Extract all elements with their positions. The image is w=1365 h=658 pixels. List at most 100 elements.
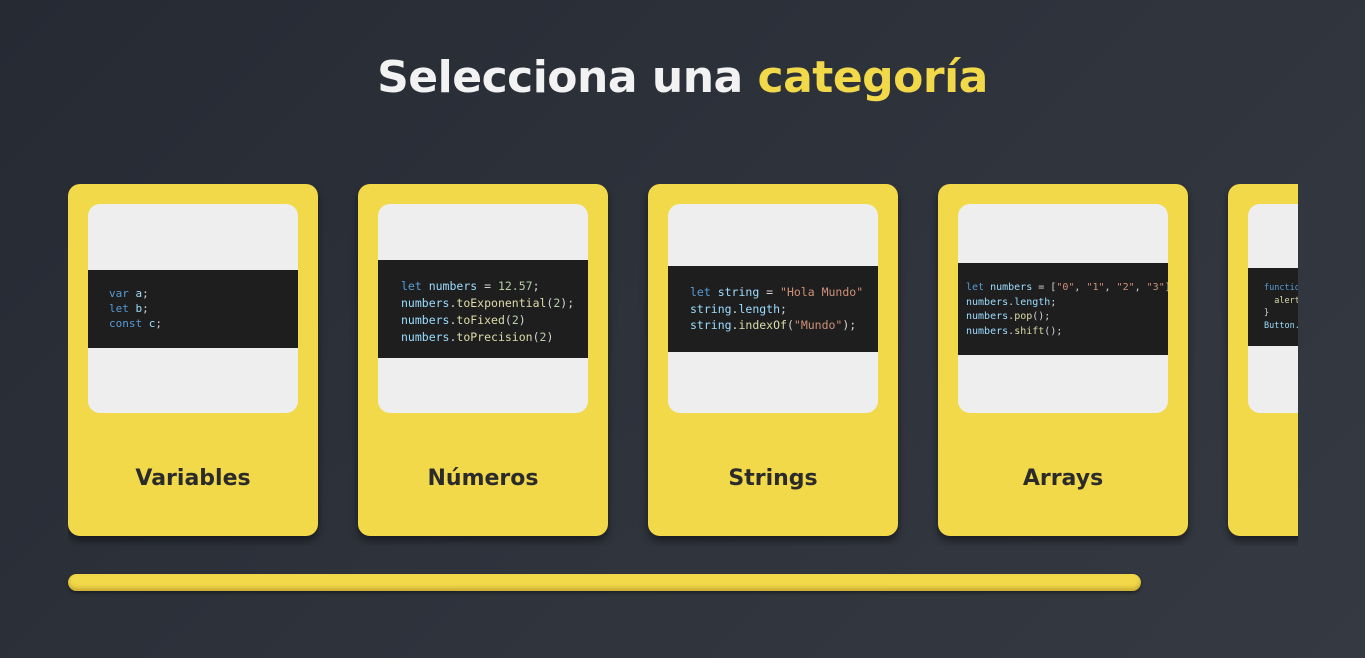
code-line: string.indexOf("Mundo"); (690, 317, 878, 334)
code-line: string.length; (690, 301, 878, 318)
category-thumbnail: let string = "Hola Mundo" string.length; s… (668, 204, 878, 413)
title-main: Selecciona una (377, 52, 758, 103)
code-token: ) (546, 330, 554, 344)
code-line: Button. (1264, 320, 1298, 333)
category-label: Números (427, 466, 539, 491)
category-card-partial[interactable]: function alert} Button. (1228, 184, 1298, 536)
code-token: (); (1044, 325, 1063, 337)
code-snippet: let numbers = ["0", "1", "2", "3"]number… (958, 263, 1168, 355)
code-token: string (690, 301, 732, 316)
code-token: "1" (1086, 282, 1105, 293)
category-card-numeros[interactable]: let numbers = 12.57; numbers.toExponentia… (358, 184, 608, 536)
code-line: const c; (109, 316, 298, 331)
category-thumbnail: var a; let b; const c; (88, 204, 298, 413)
code-token: ); (560, 296, 575, 310)
code-token: indexOf (738, 318, 787, 332)
code-token: ; (532, 279, 540, 293)
code-token: ( (532, 330, 540, 344)
carousel-scrollbar-thumb[interactable] (68, 574, 1141, 591)
code-token: function (1264, 283, 1298, 293)
category-card-arrays[interactable]: let numbers = ["0", "1", "2", "3"]number… (938, 184, 1188, 536)
category-label: Arrays (1022, 466, 1104, 491)
code-token: ] (1165, 282, 1168, 293)
category-label: Strings (728, 466, 818, 491)
code-token: numbers (966, 296, 1009, 308)
category-card-strings[interactable]: let string = "Hola Mundo" string.length; s… (648, 184, 898, 536)
code-token: = (477, 279, 498, 293)
category-card-variables[interactable]: var a; let b; const c; Variables (68, 184, 318, 536)
code-token: numbers (401, 313, 450, 327)
code-token: pop (1014, 311, 1033, 322)
code-line: numbers.toExponential(2); (401, 295, 588, 312)
page-title: Selecciona una categoría (0, 52, 1365, 103)
code-snippet: let string = "Hola Mundo" string.length; s… (668, 266, 878, 352)
code-snippet: function alert} Button. (1248, 268, 1298, 346)
code-token: numbers (401, 296, 450, 310)
code-token: a (128, 287, 143, 300)
code-line: alert (1264, 295, 1298, 308)
code-token: ; (142, 302, 149, 315)
code-token: ; (1050, 296, 1057, 308)
code-token: "Hola Mundo" (780, 285, 864, 299)
code-token: var (109, 287, 129, 300)
category-carousel[interactable]: var a; let b; const c; Variables let numbe… (68, 184, 1298, 546)
code-token: ; (780, 301, 787, 316)
code-line: numbers.toFixed(2) (401, 312, 588, 329)
code-token: ( (504, 313, 512, 327)
code-token: } (1264, 308, 1270, 318)
code-token: = [ (1032, 282, 1057, 293)
code-line: numbers.pop(); (966, 310, 1168, 325)
code-token: "3" (1146, 282, 1165, 293)
code-token: toPrecision (456, 330, 533, 344)
code-line: var a; (109, 286, 298, 301)
code-token: toExponential (456, 296, 547, 310)
code-token: ( (786, 318, 794, 332)
code-token: "Mundo" (793, 318, 843, 332)
code-token: , (1104, 282, 1117, 293)
code-token: , (1134, 282, 1147, 293)
code-token: let (690, 285, 711, 299)
code-token: let (966, 282, 985, 293)
code-token: 12.57 (497, 279, 533, 293)
code-token: length (738, 301, 781, 316)
code-token: string (710, 285, 760, 299)
code-token: string (690, 318, 732, 332)
code-token: c (142, 317, 156, 330)
code-token: b (128, 302, 143, 315)
code-line: let numbers = 12.57; (401, 278, 588, 295)
code-token: const (109, 317, 143, 330)
code-token: let (109, 302, 129, 315)
category-thumbnail: let numbers = ["0", "1", "2", "3"]number… (958, 204, 1168, 413)
code-token: Button. (1264, 320, 1298, 331)
code-line: let string = "Hola Mundo" (690, 284, 878, 301)
code-token: alert (1264, 295, 1298, 306)
code-token: ) (518, 313, 526, 327)
code-token: toFixed (456, 313, 505, 327)
code-line: let numbers = ["0", "1", "2", "3"] (966, 281, 1168, 296)
code-line: numbers.length; (966, 296, 1168, 311)
code-token: "2" (1116, 282, 1135, 293)
code-line: function (1264, 282, 1298, 295)
code-token: length (1014, 296, 1051, 308)
code-token: numbers (401, 330, 450, 344)
code-token: ); (842, 318, 857, 332)
code-token: (); (1032, 311, 1051, 322)
code-token: , (1074, 282, 1087, 293)
category-thumbnail: function alert} Button. (1248, 204, 1298, 413)
code-line: let b; (109, 301, 298, 316)
category-thumbnail: let numbers = 12.57; numbers.toExponentia… (378, 204, 588, 413)
code-token: = (759, 285, 781, 299)
title-accent: categoría (757, 52, 989, 103)
code-snippet: var a; let b; const c; (88, 270, 298, 348)
code-line: numbers.toPrecision(2) (401, 329, 588, 346)
code-token: numbers (966, 325, 1009, 337)
code-line: numbers.shift(); (966, 325, 1168, 340)
code-token: let (401, 279, 422, 293)
code-token: shift (1014, 325, 1045, 337)
code-token: 2 (511, 313, 519, 327)
code-token: ; (142, 287, 149, 300)
code-token: numbers (966, 311, 1009, 322)
code-token: "0" (1056, 282, 1075, 293)
code-token: numbers (984, 282, 1033, 293)
code-token: ; (155, 317, 162, 330)
